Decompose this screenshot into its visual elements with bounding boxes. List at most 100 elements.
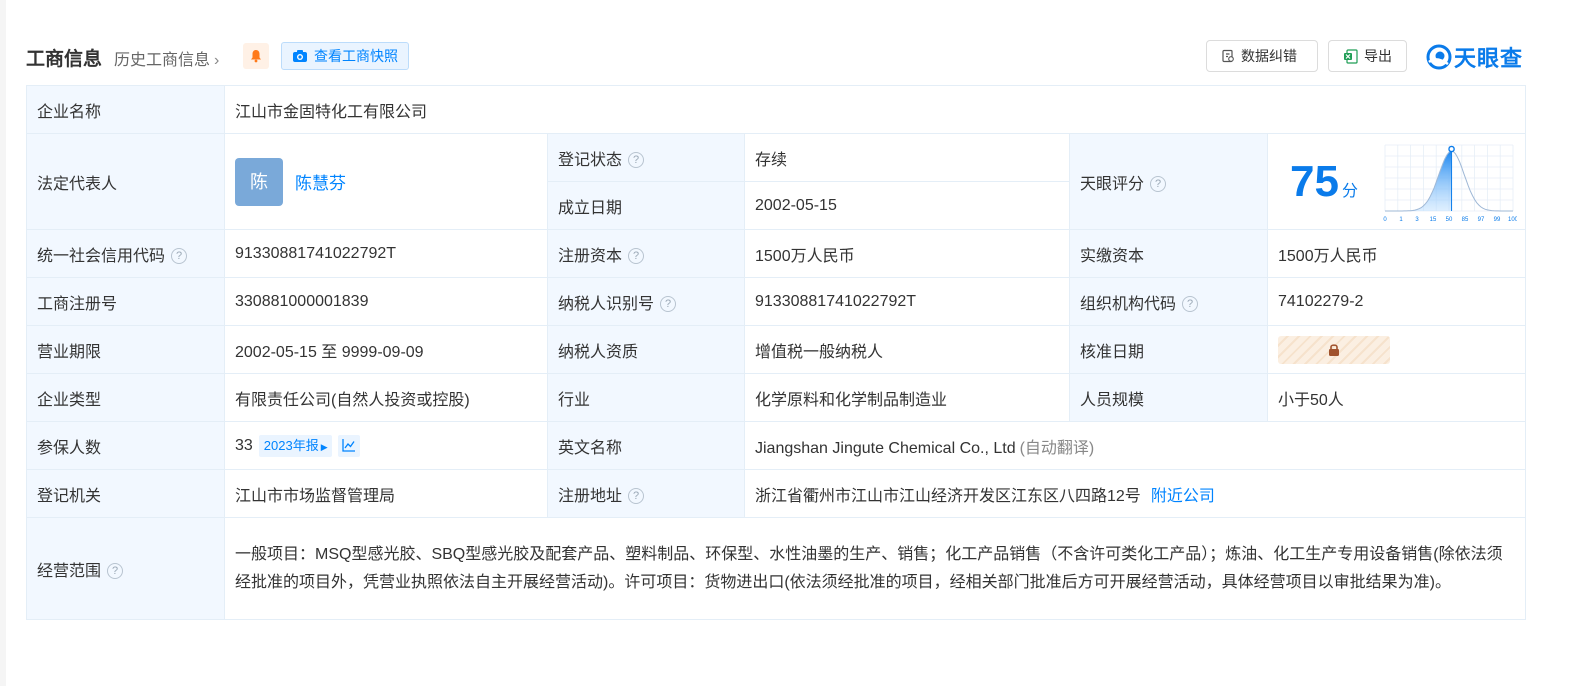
nearby-companies-link[interactable]: 附近公司: [1151, 488, 1215, 505]
avatar[interactable]: 陈: [235, 157, 283, 206]
table-row: 法定代表人 陈陈慧芬 登记状态? 存续 天眼评分? 75 分 0 1 3 15 50 85 9…: [26, 133, 1527, 230]
x-tick-label: 99: [1494, 217, 1501, 223]
help-icon[interactable]: ?: [107, 563, 124, 580]
scope-label: 经营范围: [37, 562, 102, 580]
reg-capital-label-cell: 注册资本?: [547, 229, 745, 278]
trend-chart-icon[interactable]: [337, 434, 360, 457]
paid-capital: 1500万人民币: [1266, 229, 1527, 278]
x-tick-label: 15: [1430, 217, 1437, 223]
auto-translate-note: (自动翻译): [1019, 439, 1095, 457]
table-row: 参保人数 33 2023年报 ▶ 英文名称 Jiangshan Jingute Ch…: [26, 421, 1527, 470]
score-label: 天眼评分: [1080, 175, 1145, 193]
correct-data-label[interactable]: 数据纠错: [1241, 46, 1297, 66]
help-icon[interactable]: ?: [171, 248, 188, 265]
score-unit: 分: [1341, 182, 1358, 200]
legal-rep-cell: 陈陈慧芬: [224, 133, 548, 230]
help-icon[interactable]: ?: [628, 248, 645, 265]
chevron-right-icon: ›: [214, 52, 220, 69]
export-label[interactable]: 导出: [1364, 46, 1392, 66]
section-title: 工商信息: [26, 49, 103, 70]
reg-capital-label: 注册资本: [558, 247, 623, 265]
bell-icon[interactable]: [243, 43, 269, 69]
help-icon[interactable]: ?: [1150, 176, 1167, 193]
staff-label: 人员规模: [1069, 373, 1268, 422]
score-marker-point: [1448, 145, 1455, 152]
english-name-cell: Jiangshan Jingute Chemical Co., Ltd (自动翻译…: [743, 421, 1527, 470]
founded-label: 成立日期: [547, 181, 745, 230]
help-icon[interactable]: ?: [1182, 296, 1199, 313]
insured-label: 参保人数: [26, 421, 225, 470]
legal-rep-label: 法定代表人: [26, 133, 225, 230]
taxpayer-id-label: 纳税人识别号: [558, 295, 655, 313]
help-icon[interactable]: ?: [628, 488, 645, 505]
type-label: 企业类型: [26, 373, 225, 422]
table-row: 统一社会信用代码? 91330881741022792T 注册资本? 1500万…: [26, 229, 1527, 278]
taxpayer-id: 91330881741022792T: [744, 277, 1070, 326]
address-label: 注册地址: [558, 487, 623, 505]
table-row: 工商注册号 330881000001839 纳税人识别号? 9133088174…: [26, 277, 1527, 326]
score-value: 75 分: [1290, 157, 1358, 207]
x-tick-label: 0: [1383, 217, 1387, 223]
address-label-cell: 注册地址?: [547, 469, 745, 518]
legal-rep-name-link[interactable]: 陈慧芬: [295, 174, 346, 193]
table-row: 企业名称 江山市金固特化工有限公司: [26, 85, 1527, 134]
annual-report-label[interactable]: 2023年报: [264, 438, 319, 453]
snapshot-button[interactable]: 查看工商快照: [281, 42, 409, 70]
score-area: [1385, 150, 1452, 211]
table-row: 登记机关 江山市市场监督管理局 注册地址? 浙江省衢州市江山市江山经济开发区江东…: [26, 469, 1527, 518]
edit-doc-icon: [1222, 49, 1234, 63]
table-row: 企业类型 有限责任公司(自然人投资或控股) 行业 化学原料和化学制品制造业 人员…: [26, 373, 1527, 422]
business-info-table: 企业名称 江山市金固特化工有限公司 法定代表人 陈陈慧芬 登记状态? 存续 天眼…: [26, 85, 1527, 620]
org-code: 74102279-2: [1266, 277, 1527, 326]
reg-no-label: 工商注册号: [26, 277, 225, 326]
founded-date: 2002-05-15: [744, 181, 1070, 230]
english-name: Jiangshan Jingute Chemical Co., Ltd: [755, 439, 1016, 457]
camera-icon: [293, 50, 307, 62]
org-code-label-cell: 组织机构代码?: [1069, 277, 1268, 326]
help-icon[interactable]: ?: [660, 296, 677, 313]
snapshot-button-label[interactable]: 查看工商快照: [314, 46, 398, 66]
english-name-label: 英文名称: [547, 421, 745, 470]
reg-capital: 1500万人民币: [744, 229, 1070, 278]
company-name: 江山市金固特化工有限公司: [223, 85, 1527, 134]
history-link[interactable]: 历史工商信息 ›: [114, 46, 219, 70]
term: 2002-05-15 至 9999-09-09: [224, 325, 548, 374]
authority: 江山市市场监督管理局: [224, 469, 548, 518]
term-label: 营业期限: [26, 325, 225, 374]
industry: 化学原料和化学制品制造业: [744, 373, 1070, 422]
excel-icon: [1344, 48, 1358, 64]
annual-report-tag[interactable]: 2023年报 ▶: [258, 434, 332, 457]
lock-icon: [1329, 344, 1339, 356]
tianyancha-logo: 天眼查: [1426, 41, 1523, 73]
x-tick-label: 85: [1462, 217, 1469, 223]
x-tick-label: 97: [1478, 217, 1485, 223]
table-row: 营业期限 2002-05-15 至 9999-09-09 纳税人资质 增值税一般…: [26, 325, 1527, 374]
correct-data-button[interactable]: 数据纠错: [1206, 40, 1318, 72]
score-cell[interactable]: 75 分 0 1 3 15 50 85 97 99 100: [1266, 133, 1527, 230]
authority-label: 登记机关: [26, 469, 225, 518]
locked-value[interactable]: [1278, 335, 1390, 364]
scope-label-cell: 经营范围?: [26, 517, 225, 620]
score-distribution-chart: 0 1 3 15 50 85 97 99 100: [1383, 144, 1517, 223]
taxpayer-qual: 增值税一般纳税人: [744, 325, 1070, 374]
score-label-cell: 天眼评分?: [1069, 133, 1268, 230]
reg-no: 330881000001839: [224, 277, 548, 326]
taxpayer-qual-label: 纳税人资质: [547, 325, 745, 374]
history-link-label[interactable]: 历史工商信息: [114, 52, 210, 69]
business-scope: 一般项目：MSQ型感光胶、SBQ型感光胶及配套产品、塑料制品、环保型、水性油墨的…: [223, 517, 1527, 620]
insured-count: 33: [235, 436, 253, 454]
eye-logo-icon: [1426, 44, 1452, 70]
x-tick-label: 3: [1415, 217, 1419, 223]
x-tick-label: 50: [1446, 217, 1453, 223]
x-tick-label: 100: [1508, 217, 1517, 223]
reg-status-label-cell: 登记状态?: [547, 133, 745, 182]
help-icon[interactable]: ?: [628, 152, 645, 169]
credit-code-label: 统一社会信用代码: [37, 247, 166, 265]
export-button[interactable]: 导出: [1328, 40, 1407, 72]
industry-label: 行业: [547, 373, 745, 422]
address: 浙江省衢州市江山市江山经济开发区江东区八四路12号: [755, 487, 1141, 505]
reg-status-label: 登记状态: [558, 151, 623, 169]
address-cell: 浙江省衢州市江山市江山经济开发区江东区八四路12号 附近公司: [743, 469, 1527, 518]
staff-size: 小于50人: [1266, 373, 1527, 422]
business-info-card: 工商信息 历史工商信息 › 查看工商快照 数据纠错 导出 天眼查 企业名称 江山…: [6, 0, 1589, 686]
